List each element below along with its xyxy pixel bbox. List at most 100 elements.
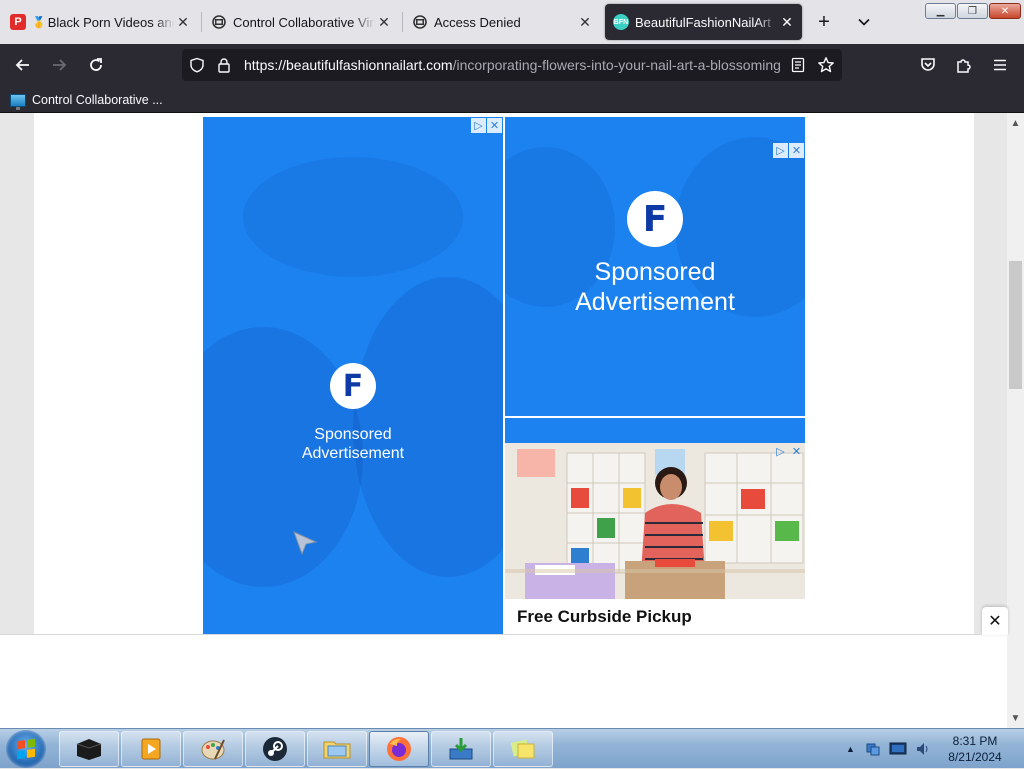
taskbar-app-steam[interactable] (245, 731, 305, 767)
brand-logo-icon: F (330, 363, 376, 409)
bookmark-star-icon[interactable] (816, 55, 836, 75)
reload-button[interactable] (83, 52, 109, 78)
tab-access-denied[interactable]: Access Denied ✕ (404, 4, 600, 40)
puzzle-icon (957, 59, 971, 73)
sticky-notes-icon (510, 739, 535, 759)
remote-desktop-icon (412, 14, 428, 30)
ad-choices-badge[interactable]: ▷ ✕ (772, 143, 804, 158)
extensions-button[interactable] (951, 52, 977, 78)
close-tab-icon[interactable]: ✕ (576, 14, 594, 31)
brand-letter: F (342, 368, 364, 404)
taskbar-app-installer[interactable] (431, 731, 491, 767)
monitor-icon (10, 93, 26, 110)
plus-icon: + (818, 10, 830, 33)
clock-time: 8:31 PM (952, 734, 998, 748)
clock-date: 8/21/2024 (948, 750, 1002, 764)
tab-control-collaborative[interactable]: Control Collaborative Virtu ✕ (203, 4, 399, 40)
remote-desktop-icon (211, 14, 227, 30)
tracking-protection-shield-icon[interactable] (187, 55, 207, 75)
minimize-button[interactable]: ▁ (925, 3, 956, 19)
volume-tray-icon[interactable] (915, 741, 931, 757)
scroll-down-arrow-icon[interactable]: ▼ (1007, 710, 1024, 726)
show-hidden-icons-chevron-icon[interactable]: ▲ (846, 744, 855, 754)
taskbar-app-paint[interactable] (183, 731, 243, 767)
lock-icon[interactable] (214, 55, 234, 75)
ad-text-line2: Advertisement (575, 288, 735, 316)
new-tab-button[interactable]: + (812, 10, 836, 34)
bookmark-label: Control Collaborative ... (32, 93, 163, 107)
ad-bottom-right-curbside[interactable]: ▷ ✕ Free Curbside Pickup (505, 418, 805, 635)
taskbar-app-terminal[interactable] (59, 731, 119, 767)
banner-close-button[interactable]: ✕ (982, 607, 1008, 635)
close-icon: ✕ (1000, 5, 1010, 17)
restore-button[interactable]: ❐ (957, 3, 988, 19)
tab-beautifulfashionnailart[interactable]: BFN BeautifulFashionNailArt ✕ (605, 4, 802, 40)
bookmark-item[interactable]: Control Collaborative ... (10, 90, 163, 110)
woman-with-toys-image (505, 443, 805, 599)
brand-letter: F (642, 198, 668, 240)
ad-card[interactable]: ▷ ✕ Free Curbside Pickup (505, 443, 805, 635)
system-clock[interactable]: 8:31 PM 8/21/2024 (940, 733, 1010, 765)
tab-title: Black Porn Videos and H (47, 14, 174, 30)
ad-choices-badge[interactable]: ▷ ✕ (470, 118, 502, 133)
ad-top-right-sponsored[interactable]: ▷ ✕ F Sponsored Advertisement (505, 117, 805, 416)
close-window-button[interactable]: ✕ (989, 3, 1021, 19)
ad-choices-badge[interactable]: ▷ ✕ (772, 444, 804, 459)
ad-choices-icon: ▷ (471, 118, 486, 133)
back-arrow-icon (15, 59, 29, 71)
ad-text: Sponsored Advertisement (505, 257, 805, 317)
ad-choices-icon: ▷ (773, 143, 788, 158)
address-bar[interactable]: https://beautifulfashionnailart.com/inco… (182, 49, 842, 81)
pocket-button[interactable] (915, 52, 941, 78)
ad-left-sponsored[interactable]: ▷ ✕ F Sponsored Advertisement (203, 117, 503, 634)
system-tray: ▲ (846, 729, 931, 769)
url-host: https://beautifulfashionnailart.com (244, 57, 453, 73)
taskbar-app-file-explorer[interactable] (307, 731, 367, 767)
close-tab-icon[interactable]: ✕ (778, 14, 796, 31)
close-tab-icon[interactable]: ✕ (174, 14, 192, 31)
tab-separator (201, 12, 202, 32)
tab-black-porn-videos[interactable]: P 🥇 Black Porn Videos and H ✕ (2, 4, 198, 40)
windows-logo-icon (17, 738, 35, 760)
list-all-tabs-button[interactable] (852, 10, 876, 34)
network-tray-icon[interactable] (865, 741, 881, 757)
taskbar-app-firefox[interactable] (369, 731, 429, 767)
scroll-up-arrow-icon[interactable]: ▲ (1007, 115, 1024, 131)
paint-palette-icon (201, 739, 225, 760)
tab-title: Access Denied (434, 14, 521, 30)
chevron-down-icon (858, 18, 870, 26)
app-menu-button[interactable] (987, 52, 1013, 78)
p-badge-icon: P (10, 14, 26, 30)
start-button[interactable] (6, 730, 46, 768)
forward-button[interactable] (46, 52, 72, 78)
taskbar-app-media-player[interactable] (121, 731, 181, 767)
scrollbar-thumb[interactable] (1009, 261, 1022, 389)
reader-view-icon[interactable] (788, 55, 808, 75)
taskbar-app-sticky-notes[interactable] (493, 731, 553, 767)
ad-caption[interactable]: Free Curbside Pickup (505, 599, 805, 635)
mouse-pointer-icon (293, 531, 318, 556)
ad-close-icon[interactable]: ✕ (487, 118, 502, 133)
back-button[interactable] (10, 52, 36, 78)
site-logo-icon: BFN (613, 14, 629, 30)
restore-icon: ❐ (968, 5, 977, 17)
brand-logo-icon: F (627, 191, 683, 247)
medal-icon: 🥇 (32, 16, 46, 29)
display-tray-icon[interactable] (889, 741, 907, 757)
windows-taskbar: ▲ 8:31 PM 8/21/2024 (0, 728, 1024, 768)
bookmarks-toolbar: Control Collaborative ... (0, 86, 1024, 113)
bottom-sticky-ad-banner (0, 634, 1007, 728)
terminal-icon (76, 739, 102, 760)
navigation-toolbar: https://beautifulfashionnailart.com/inco… (0, 44, 1024, 86)
tab-title: BeautifulFashionNailArt (635, 14, 771, 30)
ad-photo: ▷ ✕ (505, 443, 805, 599)
ad-close-icon[interactable]: ✕ (789, 143, 804, 158)
close-tab-icon[interactable]: ✕ (375, 14, 393, 31)
url-text[interactable]: https://beautifulfashionnailart.com/inco… (244, 57, 784, 73)
ad-close-icon[interactable]: ✕ (789, 444, 804, 459)
page-scrollbar[interactable]: ▲ ▼ (1007, 113, 1024, 728)
ad-choices-icon: ▷ (776, 446, 785, 458)
ad-text-line1: Sponsored (594, 258, 716, 286)
installer-icon (449, 738, 473, 760)
close-icon: ✕ (988, 613, 1002, 630)
